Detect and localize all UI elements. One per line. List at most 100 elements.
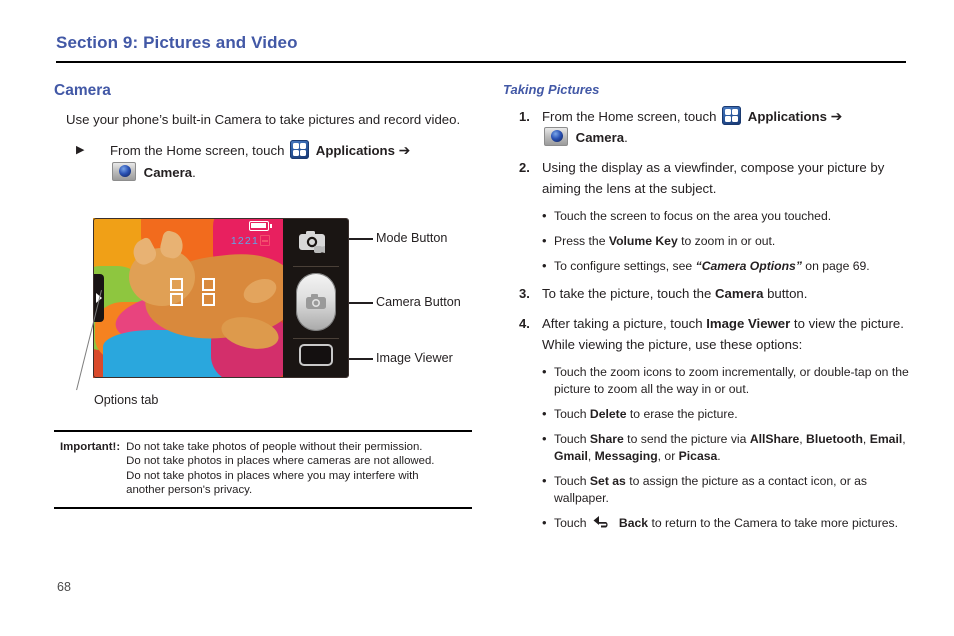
taking-pictures-heading: Taking Pictures xyxy=(503,82,600,97)
camera-label-period: . xyxy=(192,165,196,180)
text-run: to erase the picture. xyxy=(626,407,738,421)
step-text-before: From the Home screen, touch xyxy=(542,109,717,124)
bullet-dot-icon: • xyxy=(542,233,547,248)
control-separator xyxy=(293,338,339,339)
text-run: button. xyxy=(763,286,808,301)
text-run: After taking a picture, touch xyxy=(542,316,707,331)
camera-intro-text: Use your phone’s built-in Camera to take… xyxy=(66,112,461,127)
page-title: Section 9: Pictures and Video xyxy=(56,33,298,52)
emphasis-text: Gmail xyxy=(554,449,588,463)
text-run: Touch the screen to focus on the area yo… xyxy=(554,209,832,223)
camera-shutter-button[interactable] xyxy=(296,273,336,331)
bullet-volume: • Press the Volume Key to zoom in or out. xyxy=(542,233,913,250)
leader-line-viewer xyxy=(349,358,373,360)
control-separator xyxy=(293,266,339,267)
right-arrow-icon: ➔ xyxy=(830,108,843,124)
text-run: , xyxy=(862,432,870,446)
viewfinder-photo: 1221 xyxy=(93,218,283,378)
bullet-back: • Touch Back to return to the Camera to t… xyxy=(542,515,913,532)
emphasis-text: Bluetooth xyxy=(806,432,863,446)
emphasis-text: AllShare xyxy=(749,432,800,446)
steps-list: 2. Using the display as a viewfinder, com… xyxy=(503,157,913,532)
arrow-bullet-icon: ▶ xyxy=(76,144,85,156)
step-3: 3. To take the picture, touch the Camera … xyxy=(503,283,913,304)
emphasis-text: Back xyxy=(618,516,649,530)
bullet-dot-icon: • xyxy=(542,431,547,446)
step-4: 4. After taking a picture, touch Image Vi… xyxy=(503,313,913,355)
important-line: another person's privacy. xyxy=(126,484,253,497)
text-run: to return to the Camera to take more pic… xyxy=(648,516,899,530)
back-arrow-icon xyxy=(593,516,608,528)
text-run: Touch xyxy=(554,432,590,446)
text-run: Touch the zoom icons to zoom incremental… xyxy=(554,365,909,396)
image-viewer-button[interactable] xyxy=(299,344,333,366)
text-run: , xyxy=(587,449,595,463)
camera-label: Camera xyxy=(575,130,625,145)
bullet-dot-icon: • xyxy=(542,406,547,421)
emphasis-text: Picasa xyxy=(678,449,718,463)
camera-app-icon xyxy=(112,162,136,181)
shutter-camera-icon xyxy=(306,294,326,309)
text-run: Touch xyxy=(554,516,590,530)
step-number: 2. xyxy=(519,160,530,175)
step-number: 1. xyxy=(519,109,530,124)
text-run: To take the picture, touch the xyxy=(542,286,716,301)
callout-options-tab: Options tab xyxy=(94,393,159,407)
emphasis-text: Share xyxy=(589,432,624,446)
emphasis-text: Volume Key xyxy=(608,234,678,248)
bullet-setas: • Touch Set as to assign the picture as a… xyxy=(542,473,913,507)
page-number: 68 xyxy=(57,580,71,594)
camera-viewfinder-figure: 1221 xyxy=(93,218,349,378)
battery-icon xyxy=(249,221,272,231)
step-1: 1. From the Home screen, touch Applicati… xyxy=(503,106,913,148)
camera-step-item: ▶ From the Home screen, touch Applicatio… xyxy=(76,139,474,184)
emphasis-text: Delete xyxy=(589,407,627,421)
bullet-focus: • Touch the screen to focus on the area y… xyxy=(542,208,913,225)
camera-label: Camera xyxy=(143,165,193,180)
text-run: on page 69. xyxy=(801,259,870,273)
text-run: Touch xyxy=(554,474,590,488)
callout-image-viewer: Image Viewer xyxy=(376,351,453,365)
step-number: 3. xyxy=(519,286,530,301)
focus-brackets-icon xyxy=(170,278,215,306)
left-column: Camera Use your phone’s built-in Camera … xyxy=(54,82,474,184)
bullet-share: • Touch Share to send the picture via All… xyxy=(542,431,913,465)
important-label: Important!: xyxy=(60,441,121,453)
emphasis-text: Email xyxy=(869,432,903,446)
mode-button[interactable] xyxy=(297,229,335,256)
emphasis-text: Messaging xyxy=(594,449,658,463)
bullet-dot-icon: • xyxy=(542,364,547,379)
important-line: Do not take take photos of people withou… xyxy=(126,441,423,453)
text-run: Press the xyxy=(554,234,609,248)
sd-card-icon xyxy=(260,235,270,246)
step-text-before: From the Home screen, touch xyxy=(110,143,285,158)
step-text: Using the display as a viewfinder, compo… xyxy=(542,160,885,196)
applications-label: Applications xyxy=(747,109,827,124)
bullet-zoom: • Touch the zoom icons to zoom incrementa… xyxy=(542,364,913,398)
important-note: Important!: Do not take take photos of p… xyxy=(54,430,472,509)
step-number: 4. xyxy=(519,316,530,331)
reference-text: “Camera Options” xyxy=(695,259,802,273)
text-run: . xyxy=(717,449,721,463)
important-bottom-rule xyxy=(54,506,472,509)
leader-line-camera xyxy=(349,302,373,304)
right-column: Taking Pictures 1. From the Home screen,… xyxy=(503,82,913,540)
step-2: 2. Using the display as a viewfinder, com… xyxy=(503,157,913,199)
bullet-delete: • Touch Delete to erase the picture. xyxy=(542,406,913,423)
important-line: Do not take photos in places where camer… xyxy=(126,455,435,468)
bullet-dot-icon: • xyxy=(542,515,547,530)
callout-camera-button: Camera Button xyxy=(376,295,461,309)
text-run: to zoom in or out. xyxy=(677,234,776,248)
bullet-dot-icon: • xyxy=(542,208,547,223)
applications-label: Applications xyxy=(315,143,395,158)
text-run: To configure settings, see xyxy=(554,259,696,273)
bullet-settings: • To configure settings, see “Camera Opti… xyxy=(542,258,913,275)
bullet-dot-icon: • xyxy=(542,258,547,273)
applications-icon xyxy=(290,140,310,159)
applications-icon xyxy=(722,106,742,125)
camera-app-icon xyxy=(544,127,568,146)
viewfinder-controls xyxy=(283,218,349,378)
text-run: Touch xyxy=(554,407,590,421)
important-text: Do not take take photos of people withou… xyxy=(126,440,434,498)
text-run: , xyxy=(902,432,906,446)
